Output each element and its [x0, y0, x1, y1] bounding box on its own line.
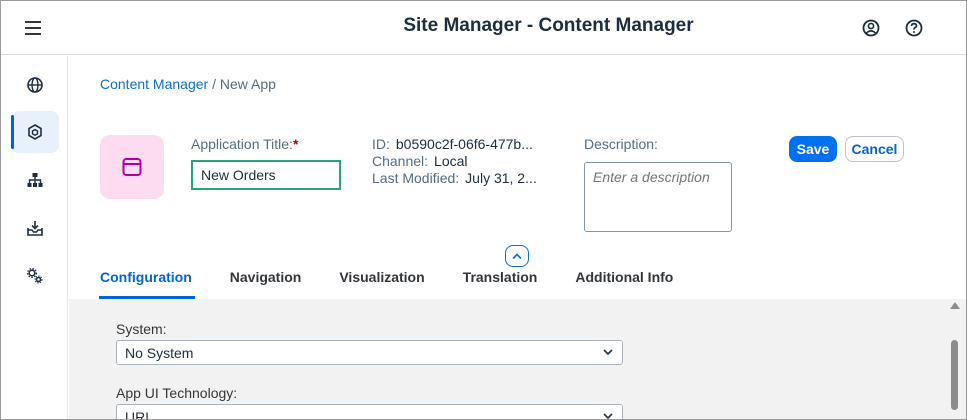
tab-translation[interactable]: Translation	[463, 261, 538, 299]
globe-icon	[27, 77, 43, 93]
window: Site Manager - Content Manager Content M…	[0, 0, 967, 420]
description-textarea[interactable]	[584, 162, 732, 232]
breadcrumb-link-content-manager[interactable]: Content Manager	[100, 76, 208, 92]
app-ui-technology-value: URL	[125, 409, 154, 420]
app-metadata: ID: b0590c2f-06f6-477b... Channel: Local L…	[372, 136, 537, 186]
nav-item-sites[interactable]	[11, 64, 59, 106]
app-icon-tile	[100, 135, 164, 199]
chevron-down-icon	[603, 349, 613, 356]
app-window-icon	[122, 158, 142, 176]
save-button[interactable]: Save	[789, 136, 837, 162]
gears-icon	[26, 267, 43, 284]
cube-icon	[28, 124, 42, 140]
cancel-button[interactable]: Cancel	[845, 136, 904, 162]
required-mark: *	[292, 136, 299, 152]
app-id-value: b0590c2f-06f6-477b...	[395, 136, 533, 152]
configuration-panel: System: No System App UI Technology: URL	[69, 299, 966, 420]
tab-visualization[interactable]: Visualization	[339, 261, 424, 299]
nav-item-structure[interactable]	[11, 159, 59, 201]
system-select-value: No System	[125, 345, 194, 361]
chevron-up-icon	[512, 253, 522, 260]
main-content: Content Manager / New App Application Ti…	[69, 56, 966, 420]
user-circle-icon[interactable]	[860, 17, 882, 39]
channel-value: Local	[434, 153, 468, 169]
scrollbar-thumb[interactable]	[951, 340, 958, 410]
system-label: System:	[116, 321, 167, 337]
inbox-download-icon	[27, 221, 43, 236]
help-icon[interactable]	[903, 17, 925, 39]
tab-additional-info[interactable]: Additional Info	[575, 261, 673, 299]
breadcrumb: Content Manager / New App	[100, 76, 276, 92]
chevron-down-icon	[603, 413, 613, 419]
shell-bar: Site Manager - Content Manager	[1, 1, 966, 55]
sitemap-icon	[27, 173, 43, 187]
last-modified-value: July 31, 2...	[465, 170, 537, 186]
nav-item-content[interactable]	[11, 111, 59, 153]
nav-item-settings[interactable]	[11, 255, 59, 297]
description-label: Description:	[584, 136, 658, 152]
application-title-label: Application Title:*	[191, 136, 299, 152]
vertical-scrollbar[interactable]	[949, 300, 961, 419]
side-navigation	[1, 56, 68, 419]
application-title-input[interactable]	[191, 160, 341, 190]
tab-bar: Configuration Navigation Visualization T…	[99, 261, 711, 299]
tab-configuration[interactable]: Configuration	[99, 261, 195, 299]
app-ui-technology-label: App UI Technology:	[116, 385, 238, 401]
breadcrumb-current: New App	[219, 76, 276, 92]
app-ui-technology-select[interactable]: URL	[116, 404, 623, 420]
tab-navigation[interactable]: Navigation	[230, 261, 302, 299]
system-select[interactable]: No System	[116, 340, 623, 365]
scroll-up-arrow-icon[interactable]	[950, 302, 960, 309]
nav-item-import[interactable]	[11, 207, 59, 249]
page-title: Site Manager - Content Manager	[403, 15, 694, 36]
